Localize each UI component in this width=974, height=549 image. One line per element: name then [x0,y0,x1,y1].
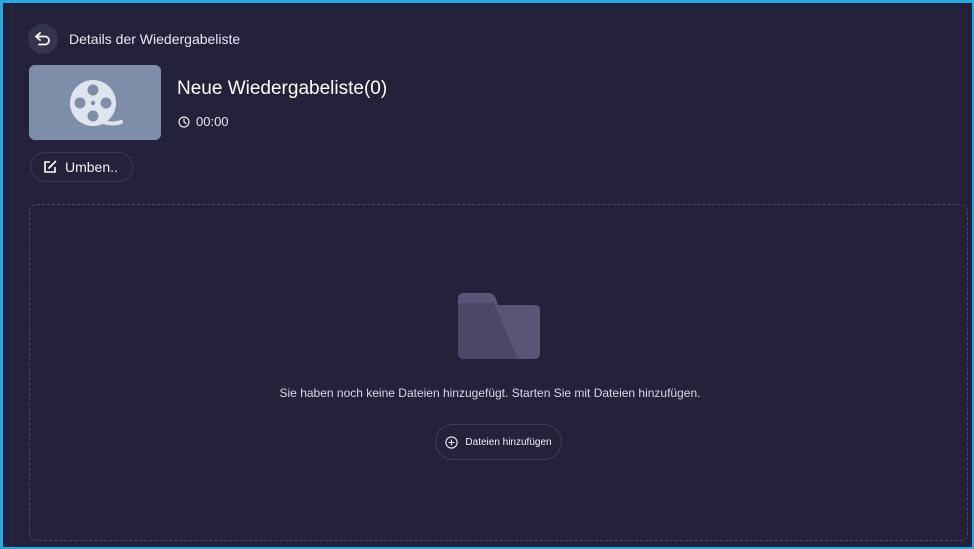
back-button[interactable] [28,24,58,54]
empty-state-message: Sie haben noch keine Dateien hinzugefügt… [279,386,701,400]
edit-icon [44,160,57,173]
film-reel-icon [70,79,123,126]
return-arrow-icon [35,32,50,46]
playlist-thumbnail [29,65,161,140]
file-dropzone[interactable] [29,204,968,541]
add-files-button[interactable]: Dateien hinzufügen [435,424,562,460]
plus-circle-icon [445,435,459,449]
rename-button[interactable]: Umben.. [30,152,133,182]
app-window: Details der Wiedergabeliste Neue Wiederg… [0,0,974,549]
add-files-label: Dateien hinzufügen [465,436,552,448]
page-title: Details der Wiedergabeliste [69,31,241,47]
duration-value: 00:00 [196,114,229,129]
folder-icon [458,293,540,359]
clock-icon [178,115,190,128]
rename-label: Umben.. [65,159,118,175]
playlist-title: Neue Wiedergabeliste(0) [177,78,388,99]
left-divider [11,6,12,547]
playlist-duration: 00:00 [178,114,229,129]
